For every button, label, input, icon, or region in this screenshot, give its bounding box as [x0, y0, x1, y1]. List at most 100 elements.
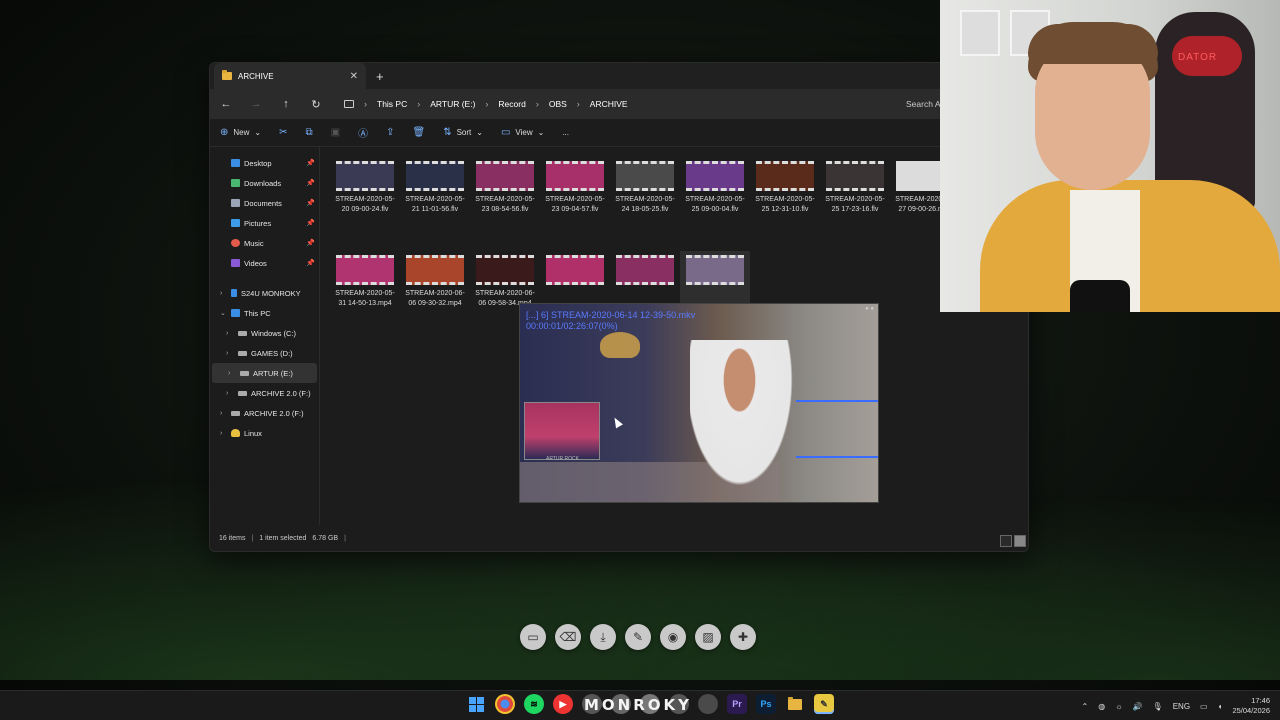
streamer-brand-text: MONROKY — [584, 696, 693, 714]
forward-arrow-icon[interactable]: → — [248, 98, 264, 110]
breadcrumb-obs[interactable]: OBS — [549, 99, 567, 109]
video-thumbnail — [406, 255, 464, 285]
copy-button[interactable]: ⧉ — [306, 127, 313, 138]
breadcrumb-archive[interactable]: ARCHIVE — [590, 99, 628, 109]
nav-item-artur-e[interactable]: › ARTUR (E:) — [212, 363, 317, 383]
nav-item-archive-f-root[interactable]: › ARCHIVE 2.0 (F:) — [210, 403, 319, 423]
new-tab-button[interactable]: + — [376, 69, 384, 84]
app-icon[interactable] — [698, 694, 718, 714]
chevron-right-icon[interactable]: › — [226, 350, 228, 357]
navigation-pane: Desktop 📌 Downloads 📌 Documents 📌 Pictures 📌… — [210, 147, 320, 525]
clock[interactable]: 17:46 25/04/2026 — [1232, 696, 1270, 716]
cut-button[interactable]: ✂ — [279, 127, 287, 138]
browser-tray-icon[interactable]: ◍ — [1098, 702, 1105, 711]
new-button[interactable]: ⊕ New ⌄ — [220, 127, 261, 138]
brightness-icon[interactable]: ☼ — [1115, 702, 1122, 711]
file-item[interactable]: STREAM-2020-05-20 09-00-24.flv — [330, 157, 400, 251]
network-icon[interactable]: ▭ — [1200, 702, 1208, 711]
microphone-icon[interactable]: 🎙 — [1153, 702, 1163, 711]
nav-item-videos[interactable]: Videos 📌 — [210, 253, 319, 273]
photoshop-icon[interactable]: Ps — [756, 694, 776, 714]
nav-item-pictures[interactable]: Pictures 📌 — [210, 213, 319, 233]
more-options-button[interactable]: ... — [562, 128, 569, 137]
details-view-icon[interactable] — [1000, 535, 1012, 547]
start-button[interactable] — [466, 694, 486, 714]
chevron-right-icon[interactable]: › — [220, 290, 222, 297]
file-item[interactable]: STREAM-2020-05-25 09-00-04.flv — [680, 157, 750, 251]
file-item[interactable]: STREAM-2020-05-25 17-23-16.flv — [820, 157, 890, 251]
chevron-right-icon[interactable]: › — [220, 410, 222, 417]
view-button[interactable]: ▭ View ⌄ — [501, 127, 544, 138]
chevron-right-icon[interactable]: › — [220, 430, 222, 437]
tab-bar: ARCHIVE ✕ + — [210, 63, 1028, 89]
premiere-icon[interactable]: Pr — [727, 694, 747, 714]
drive-icon — [231, 410, 240, 416]
close-tab-icon[interactable]: ✕ — [350, 71, 358, 82]
nav-item-windows-c[interactable]: › Windows (C:) — [210, 323, 319, 343]
file-item[interactable]: STREAM-2020-05-31 14-50-13.mp4 — [330, 251, 400, 345]
up-arrow-icon[interactable]: ↑ — [278, 98, 294, 110]
document-icon — [231, 199, 240, 207]
notes-icon[interactable]: ✎ — [814, 694, 834, 714]
drive-icon — [238, 350, 247, 356]
sort-button[interactable]: ⇅ Sort ⌄ — [443, 127, 483, 138]
view-icon: ▭ — [500, 127, 511, 138]
nav-item-games-d[interactable]: › GAMES (D:) — [210, 343, 319, 363]
nav-item-downloads[interactable]: Downloads 📌 — [210, 173, 319, 193]
video-thumbnail — [546, 161, 604, 191]
picture-frame — [960, 10, 1000, 56]
chevron-down-icon[interactable]: ⌄ — [220, 309, 226, 317]
file-item[interactable]: STREAM-2020-05-23 09-04-57.flv — [540, 157, 610, 251]
file-item[interactable]: STREAM-2020-05-25 12-31-10.flv — [750, 157, 820, 251]
chevron-right-icon[interactable]: › — [228, 370, 230, 377]
delete-button[interactable]: 🗑 — [412, 127, 425, 138]
nav-item-linux[interactable]: › Linux — [210, 423, 319, 443]
video-thumbnail — [406, 161, 464, 191]
file-item[interactable]: STREAM-2020-05-21 11-01-56.flv — [400, 157, 470, 251]
share-icon: ⇪ — [386, 127, 395, 138]
file-explorer-icon[interactable] — [785, 694, 805, 714]
nav-item-archive-f[interactable]: › ARCHIVE 2.0 (F:) — [210, 383, 319, 403]
back-arrow-icon[interactable]: ← — [218, 98, 234, 110]
language-indicator[interactable]: ENG — [1173, 702, 1190, 711]
volume-icon[interactable]: 🔊 — [1133, 702, 1143, 711]
breadcrumb-this-pc[interactable]: This PC — [377, 99, 407, 109]
breadcrumb[interactable]: › This PC › ARTUR (E:) › Record › OBS › … — [344, 99, 886, 109]
rename-button[interactable]: Ⓐ — [358, 125, 368, 140]
large-icons-view-icon[interactable] — [1014, 535, 1026, 547]
download-icon[interactable]: ⤓ — [590, 624, 616, 650]
youtube-icon[interactable]: ▶ — [553, 694, 573, 714]
chevron-up-icon[interactable]: ⌃ — [1082, 702, 1089, 711]
nav-item-this-pc[interactable]: ⌄ This PC — [210, 303, 319, 323]
chrome-icon[interactable] — [495, 694, 515, 714]
file-item[interactable]: STREAM-2020-05-23 08-54-56.flv — [470, 157, 540, 251]
file-item[interactable]: STREAM-2020-05-24 18-05-25.flv — [610, 157, 680, 251]
video-preview-popup[interactable]: ARTUR ROCK [...] 6] STREAM-2020-06-14 12… — [519, 303, 879, 503]
chevron-right-icon[interactable]: › — [226, 330, 228, 337]
nav-item-music[interactable]: Music 📌 — [210, 233, 319, 253]
view-toggle — [1000, 535, 1026, 547]
camera-icon[interactable]: ◉ — [660, 624, 686, 650]
breadcrumb-record[interactable]: Record — [498, 99, 525, 109]
tab-archive[interactable]: ARCHIVE ✕ — [214, 63, 366, 89]
refresh-icon[interactable]: ↻ — [308, 98, 324, 111]
edit-icon[interactable]: ✎ — [625, 624, 651, 650]
share-button[interactable]: ⇪ — [386, 127, 394, 138]
file-item[interactable]: STREAM-2020-06-06 09-30-32.mp4 — [400, 251, 470, 345]
chevron-right-icon[interactable]: › — [226, 390, 228, 397]
image-icon[interactable]: ▨ — [695, 624, 721, 650]
speaker-icon[interactable]: ◖ — [1218, 702, 1223, 711]
pin-icon: 📌 — [306, 260, 315, 267]
trash-icon: 🗑 — [412, 127, 426, 138]
nav-item-s24u-monroky[interactable]: › S24U MONROKY — [210, 283, 319, 303]
gamepad-icon[interactable]: ✚ — [730, 624, 756, 650]
trash-icon[interactable]: ⌫ — [555, 624, 581, 650]
monitor-icon[interactable]: ▭ — [520, 624, 546, 650]
nav-item-desktop[interactable]: Desktop 📌 — [210, 153, 319, 173]
breadcrumb-artur-e[interactable]: ARTUR (E:) — [430, 99, 475, 109]
nav-item-documents[interactable]: Documents 📌 — [210, 193, 319, 213]
spotify-icon[interactable]: ≋ — [524, 694, 544, 714]
sort-icon: ⇅ — [443, 127, 452, 138]
paste-button[interactable]: ▣ — [331, 127, 340, 138]
computer-icon — [231, 309, 240, 317]
